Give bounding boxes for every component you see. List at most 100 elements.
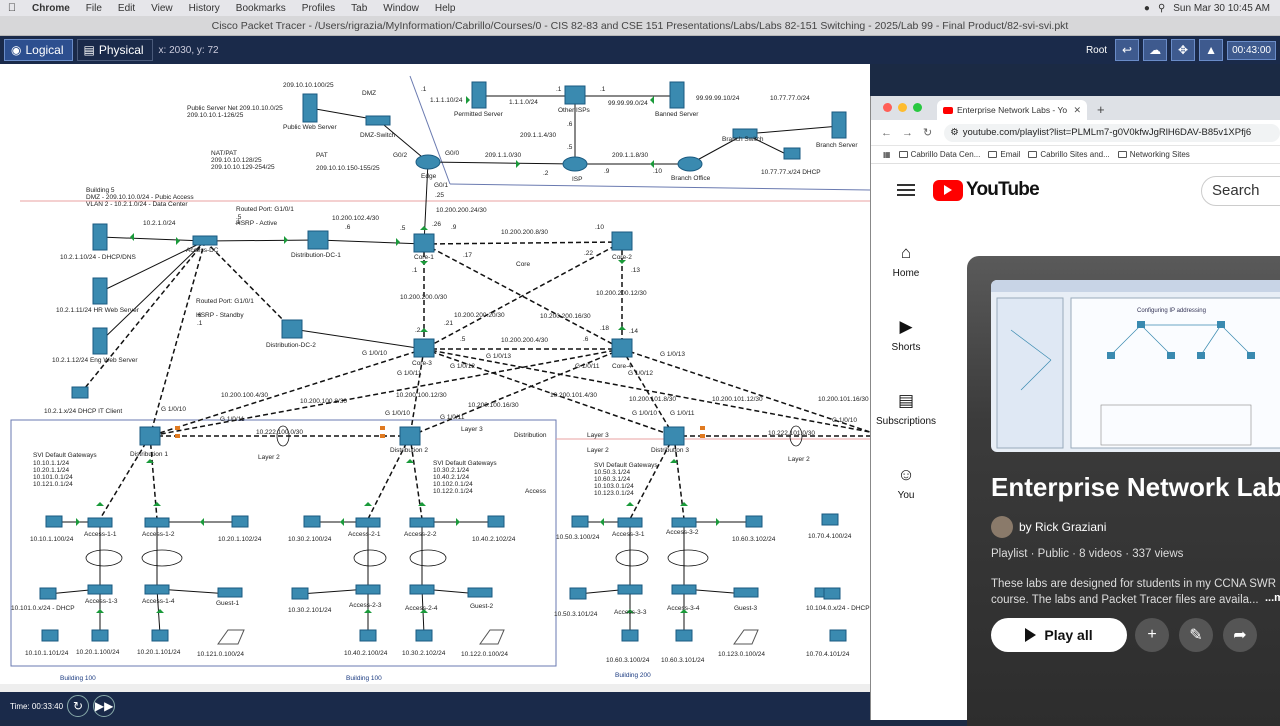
topo-label: DMZ <box>362 90 377 97</box>
more-link[interactable]: ...m <box>1265 592 1280 604</box>
back-arrow-icon[interactable]: ← <box>881 127 892 139</box>
search-icon[interactable]: ⚲ <box>1158 3 1165 14</box>
tab-logical[interactable]: ◉ Logical <box>4 39 73 61</box>
topo-label: 10.30.2.102/24 <box>402 650 446 657</box>
tab-logical-label: Logical <box>25 43 64 57</box>
menubar-clock[interactable]: Sun Mar 30 10:45 AM <box>1173 3 1270 14</box>
topo-label: 10.20.1.101/24 <box>137 649 181 656</box>
horizontal-scrollbar[interactable] <box>0 684 870 692</box>
menu-edit[interactable]: Edit <box>110 3 143 14</box>
browser-tabbar: Enterprise Network Labs - Yo ✕ + <box>871 96 1280 120</box>
topo-label: Access-1-1 <box>84 531 117 538</box>
topo-label: 209.1.1.8/30 <box>612 152 649 159</box>
pc-icon <box>41 629 59 642</box>
bookmark-item[interactable]: Networking Sites <box>1117 150 1190 159</box>
port-label: .26 <box>432 221 442 228</box>
pc-icon <box>303 515 321 528</box>
apps-grid-icon[interactable]: ▦ <box>883 150 891 159</box>
topo-label: Public Server Net 209.10.10.0/25 <box>187 105 283 112</box>
sidebar-item-shorts[interactable]: ▶ Shorts <box>871 316 941 390</box>
folder-icon <box>988 151 998 158</box>
power-cycle-icon[interactable]: ↻ <box>67 695 90 717</box>
topo-label: G 1/0/12 <box>450 363 475 370</box>
edit-icon[interactable]: ✎ <box>1179 618 1213 652</box>
port-label: .2 <box>415 327 421 334</box>
other-isps-icon <box>564 85 586 105</box>
menu-profiles[interactable]: Profiles <box>294 3 343 14</box>
menu-tab[interactable]: Tab <box>343 3 375 14</box>
image-icon[interactable]: ▲ <box>1199 39 1224 61</box>
topo-label: 10.10.1.101/24 <box>25 650 69 657</box>
port-label: .13 <box>631 267 641 274</box>
playlist-meta: Playlist · Public · 8 videos · 337 views <box>991 548 1184 560</box>
tab-close-icon[interactable]: ✕ <box>1073 105 1081 116</box>
access-3-3-icon <box>617 584 643 595</box>
wifi-icon[interactable]: ● <box>1144 3 1150 14</box>
logical-icon: ◉ <box>11 43 22 57</box>
play-all-button[interactable]: Play all <box>991 618 1127 652</box>
back-icon[interactable]: ↩ <box>1115 39 1140 61</box>
window-title: Cisco Packet Tracer - /Users/rigrazia/My… <box>0 16 1280 36</box>
port-label: .6 <box>567 121 573 128</box>
fast-forward-icon[interactable]: ▶▶ <box>93 695 116 717</box>
pc-icon <box>783 147 801 160</box>
browser-tab[interactable]: Enterprise Network Labs - Yo ✕ <box>937 100 1087 120</box>
topo-label: HSRP - Standby <box>196 312 244 319</box>
site-info-icon[interactable]: ⚙ <box>950 127 959 138</box>
topo-label: Routed Port: G1/0/1 <box>196 298 254 305</box>
bookmark-item[interactable]: Cabrillo Sites and... <box>1028 150 1110 159</box>
topo-label: 10.50.3.101/24 <box>554 611 598 618</box>
cloud-icon[interactable]: ☁ <box>1143 39 1168 61</box>
topo-label: 10.200.200.16/30 <box>540 313 591 320</box>
youtube-logo[interactable]: YouTube <box>933 179 1040 201</box>
topology-svg <box>10 75 870 667</box>
playlist-author[interactable]: by Rick Graziani <box>991 516 1106 538</box>
apple-icon[interactable]:  <box>0 2 24 14</box>
folder-icon <box>1117 151 1127 158</box>
topo-label: 1.1.1.0/24 <box>509 99 538 106</box>
menu-file[interactable]: File <box>78 3 110 14</box>
new-tab-icon[interactable]: + <box>1097 102 1105 120</box>
menu-bookmarks[interactable]: Bookmarks <box>228 3 294 14</box>
reload-icon[interactable]: ↻ <box>923 126 932 139</box>
etherchannel-rings <box>85 425 803 567</box>
topo-label: G 1/0/11 <box>440 414 465 421</box>
topo-label: 10.122.0.100/24 <box>461 651 508 658</box>
tab-title: Enterprise Network Labs - Yo <box>957 105 1068 115</box>
dist-3-icon <box>663 426 685 446</box>
topology-canvas[interactable]: 209.10.10.100/25 DMZ Public Server Net 2… <box>0 64 870 692</box>
tab-physical[interactable]: ▤ Physical <box>76 39 153 61</box>
bookmark-label: Networking Sites <box>1129 150 1190 159</box>
topo-label: 209.10.10.128/25 <box>211 157 262 164</box>
maximize-icon[interactable] <box>913 103 922 112</box>
menu-help[interactable]: Help <box>427 3 464 14</box>
pc-icon <box>39 587 57 600</box>
sidebar-item-subscriptions[interactable]: ▤ Subscriptions <box>871 390 941 464</box>
menu-app[interactable]: Chrome <box>24 3 78 14</box>
address-bar[interactable]: ⚙ youtube.com/playlist?list=PLMLm7-g0V0k… <box>944 123 1280 142</box>
topo-label: 10.60.3.100/24 <box>606 657 650 664</box>
hamburger-menu-icon[interactable] <box>897 184 915 196</box>
youtube-search-input[interactable]: Search <box>1201 176 1280 206</box>
menu-view[interactable]: View <box>143 3 181 14</box>
menu-window[interactable]: Window <box>375 3 427 14</box>
topo-label: 10.200.101.4/30 <box>550 392 597 399</box>
topo-label: 10.10.1.1/24 <box>33 460 70 467</box>
playlist-description: These labs are designed for students in … <box>991 578 1277 606</box>
pt-clock[interactable]: 00:43:00 <box>1227 40 1276 60</box>
move-icon[interactable]: ✥ <box>1171 39 1196 61</box>
menu-history[interactable]: History <box>181 3 228 14</box>
close-icon[interactable] <box>883 103 892 112</box>
bookmark-item[interactable]: Cabrillo Data Cen... <box>898 150 980 159</box>
share-icon[interactable]: ➦ <box>1223 618 1257 652</box>
access-dc-icon <box>192 235 218 246</box>
subscriptions-icon: ▤ <box>897 391 915 410</box>
add-icon[interactable]: + <box>1135 618 1169 652</box>
topo-label: 10.2.1.0/24 <box>143 220 176 227</box>
forward-arrow-icon[interactable]: → <box>902 127 913 139</box>
sidebar-item-home[interactable]: ⌂ Home <box>871 242 941 316</box>
bookmark-item[interactable]: Email <box>988 150 1020 159</box>
minimize-icon[interactable] <box>898 103 907 112</box>
sidebar-item-you[interactable]: ☺ You <box>871 464 941 538</box>
playlist-thumbnail[interactable]: Configuring IP addressing <box>991 280 1280 452</box>
